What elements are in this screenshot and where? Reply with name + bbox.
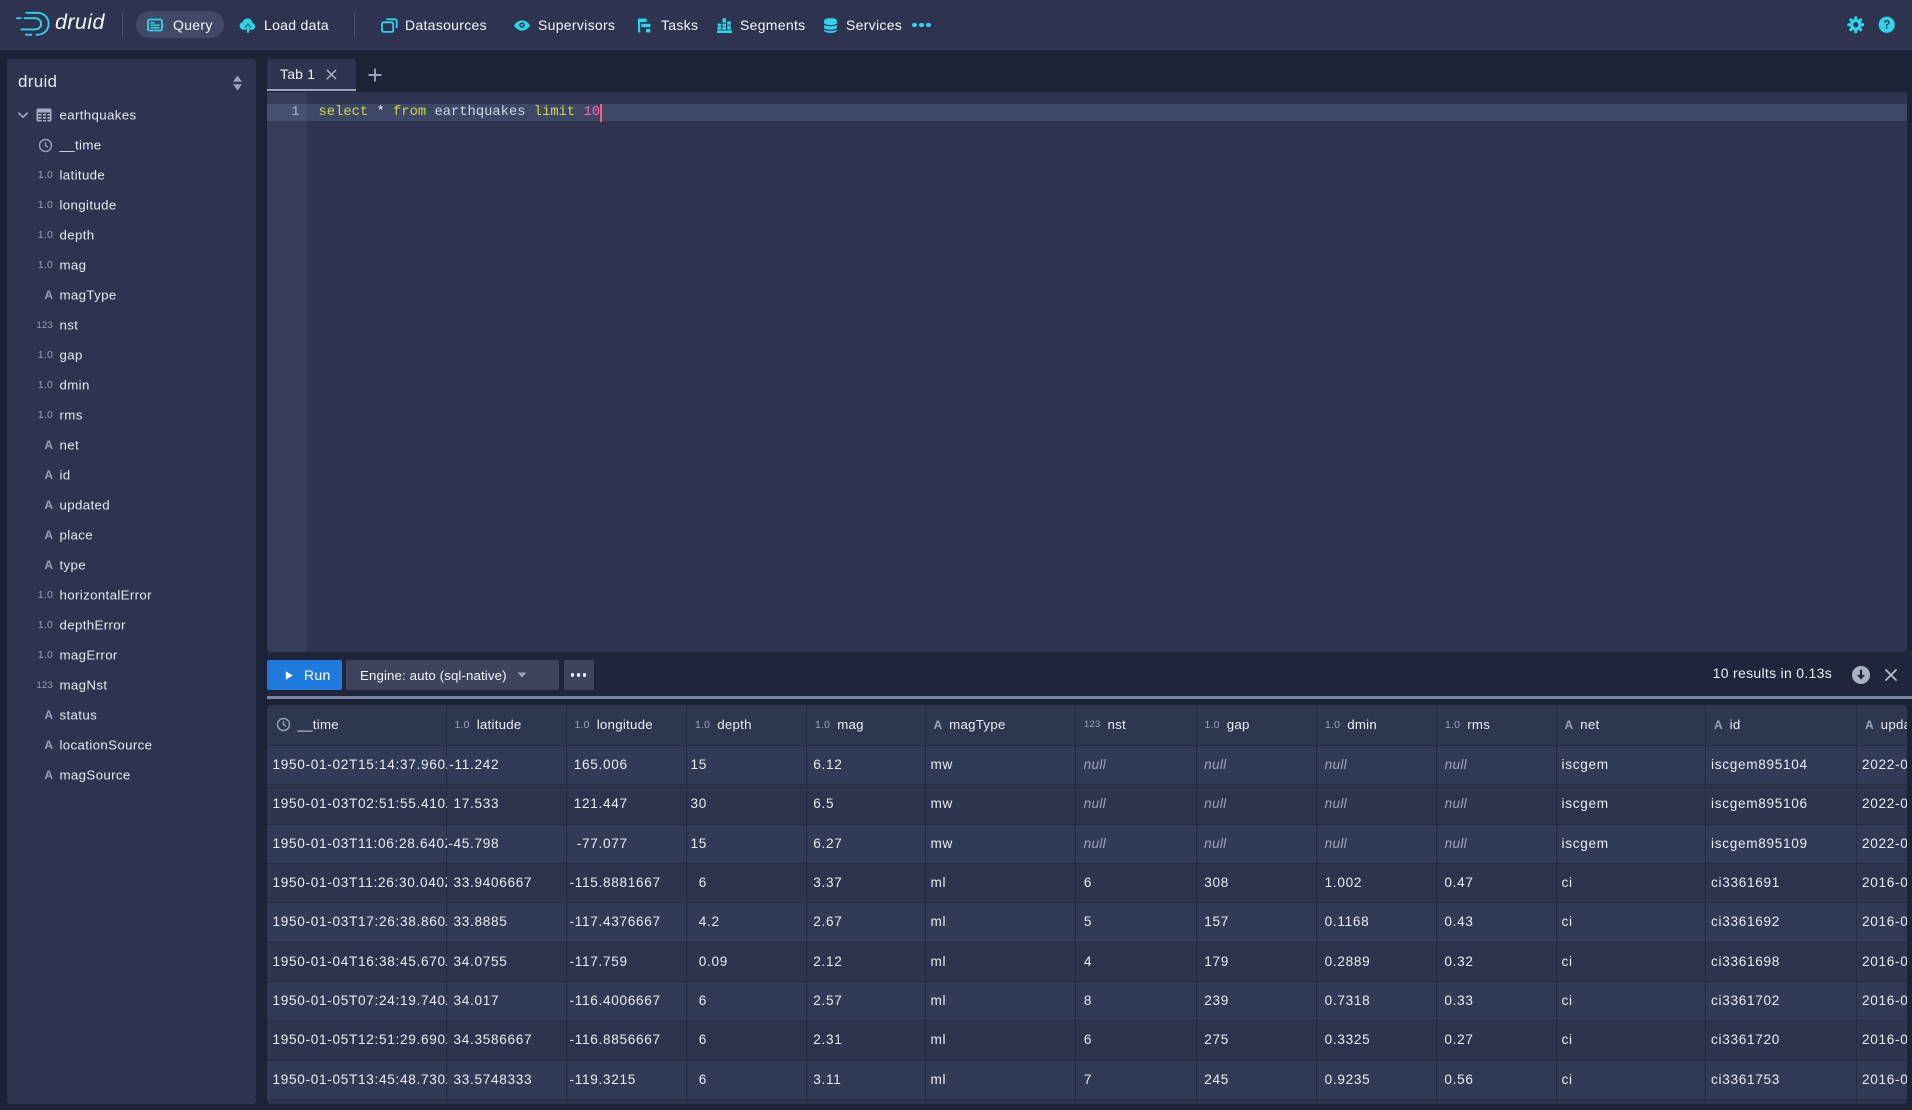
svg-text:?: ? — [1883, 20, 1890, 32]
